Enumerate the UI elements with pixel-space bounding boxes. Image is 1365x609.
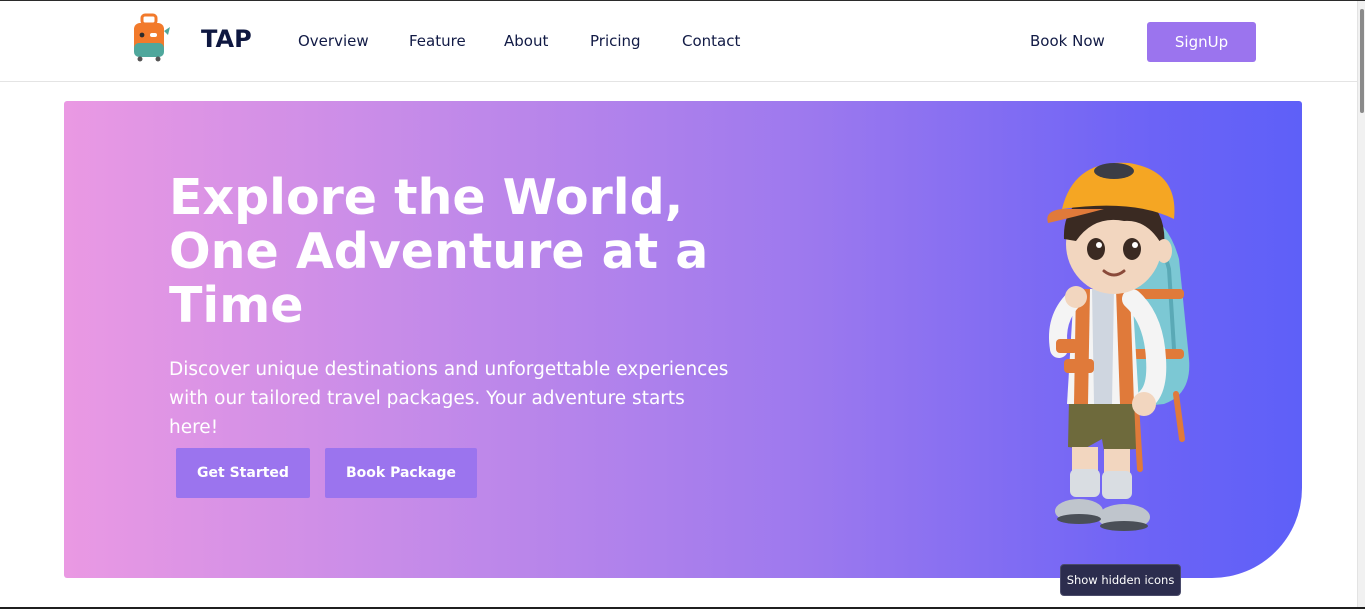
scrollbar-thumb[interactable] <box>1360 9 1364 113</box>
brand-name[interactable]: TAP <box>201 25 252 53</box>
suitcase-logo-icon[interactable] <box>128 13 172 63</box>
scrollbar[interactable] <box>1357 1 1365 607</box>
backpacker-boy-illustration <box>964 149 1204 537</box>
hero-title-line: Time <box>169 277 304 334</box>
hero-title-line: One Adventure at a <box>169 223 709 280</box>
show-hidden-icons-tooltip: Show hidden icons <box>1060 564 1181 596</box>
nav-link-feature[interactable]: Feature <box>409 32 466 50</box>
hero-banner: Explore the World, One Adventure at a Ti… <box>64 101 1302 578</box>
book-package-button[interactable]: Book Package <box>325 448 477 498</box>
nav-link-about[interactable]: About <box>504 32 548 50</box>
hero-subtitle-line: Discover unique destinations and unforge… <box>169 359 729 380</box>
hero-subtitle: Discover unique destinations and unforge… <box>169 355 739 442</box>
nav-link-contact[interactable]: Contact <box>682 32 740 50</box>
navbar: TAP Overview Feature About Pricing Conta… <box>0 1 1357 82</box>
hero-title: Explore the World, One Adventure at a Ti… <box>169 171 729 333</box>
book-now-link[interactable]: Book Now <box>1030 32 1105 50</box>
hero-title-line: Explore the World, <box>169 169 684 226</box>
signup-button[interactable]: SignUp <box>1147 22 1256 62</box>
hero-subtitle-line: with our tailored travel packages. Your … <box>169 388 685 438</box>
get-started-button[interactable]: Get Started <box>176 448 310 498</box>
nav-link-overview[interactable]: Overview <box>298 32 369 50</box>
nav-link-pricing[interactable]: Pricing <box>590 32 641 50</box>
